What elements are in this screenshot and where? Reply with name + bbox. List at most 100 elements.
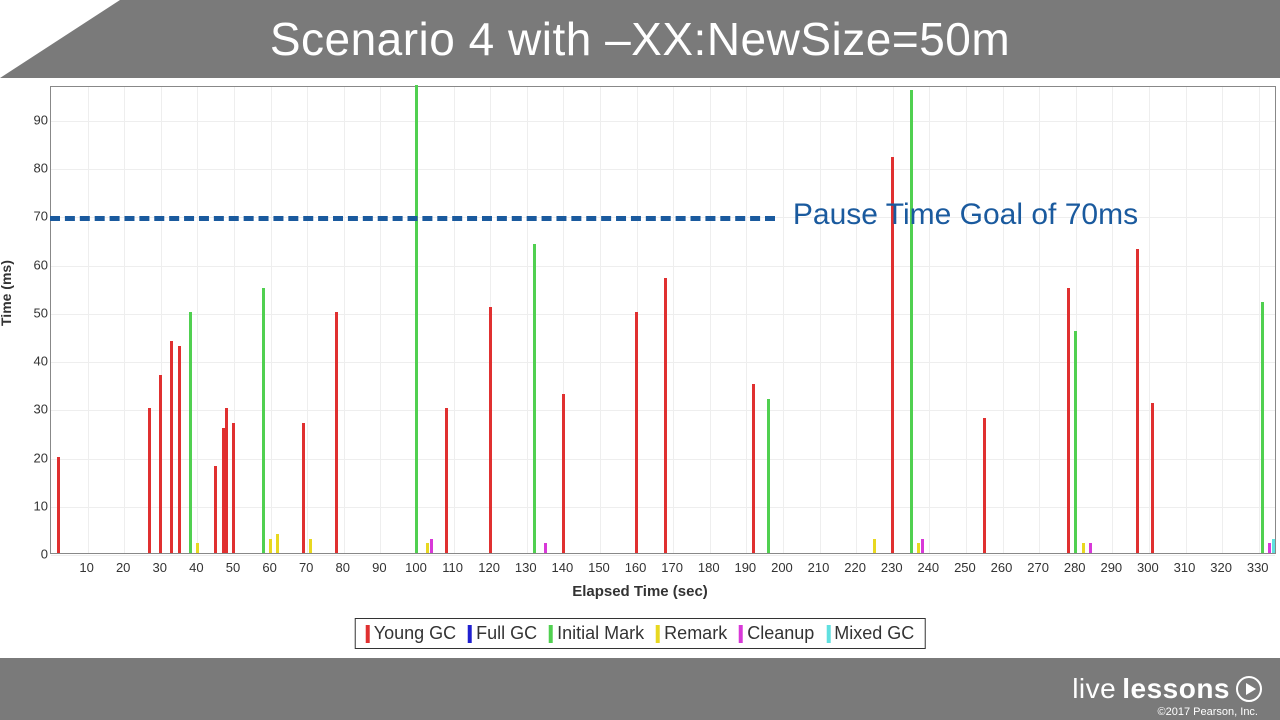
x-tick: 110 [442,560,463,575]
gc-bar [225,408,228,553]
gc-bar [262,288,265,553]
legend-item: Mixed GC [826,623,914,644]
x-tick: 230 [881,560,903,575]
x-tick: 60 [262,560,276,575]
header-corner-decoration [0,0,120,78]
legend-label: Mixed GC [834,623,914,644]
gc-bar [222,428,225,553]
gc-bar [1067,288,1070,553]
x-tick: 10 [79,560,93,575]
x-tick: 190 [734,560,756,575]
play-icon [1236,676,1262,702]
gc-bar [178,346,181,553]
y-tick: 10 [34,498,48,513]
y-tick: 0 [41,547,48,562]
y-tick: 30 [34,402,48,417]
gc-bar [562,394,565,553]
legend-label: Young GC [374,623,456,644]
x-tick: 130 [515,560,537,575]
header-bar: Scenario 4 with –XX:NewSize=50m [0,0,1280,78]
x-tick: 330 [1247,560,1269,575]
gc-bar [873,539,876,553]
x-tick: 90 [372,560,386,575]
gc-bar [309,539,312,553]
legend-item: Remark [656,623,727,644]
gc-bar [430,539,433,553]
x-axis-label: Elapsed Time (sec) [572,583,708,600]
legend-label: Initial Mark [557,623,644,644]
legend-label: Cleanup [747,623,814,644]
x-tick: 100 [405,560,427,575]
legend-label: Remark [664,623,727,644]
pause-goal-label: Pause Time Goal of 70ms [793,198,1138,232]
legend-item: Young GC [366,623,456,644]
gc-bar [415,85,418,553]
legend-swatch [656,625,660,643]
y-tick: 60 [34,257,48,272]
gc-bar [196,543,199,553]
gc-bar [767,399,770,553]
pause-goal-line [50,216,775,221]
y-tick: 70 [34,209,48,224]
x-tick: 20 [116,560,130,575]
x-tick: 220 [844,560,866,575]
y-axis-label: Time (ms) [0,260,14,326]
x-tick: 120 [478,560,500,575]
slide-title: Scenario 4 with –XX:NewSize=50m [270,12,1010,66]
x-tick: 50 [226,560,240,575]
x-tick: 150 [588,560,610,575]
x-tick: 40 [189,560,203,575]
x-tick: 70 [299,560,313,575]
gc-bar [148,408,151,553]
legend-swatch [739,625,743,643]
gc-bar [1268,543,1271,553]
x-tick: 280 [1064,560,1086,575]
chart-container: Time (ms) Elapsed Time (sec) Young GC Ful… [0,78,1280,658]
legend-item: Initial Mark [549,623,644,644]
gc-bar [1136,249,1139,553]
legend-label: Full GC [476,623,537,644]
x-tick: 270 [1027,560,1049,575]
gc-bar [276,534,279,553]
gc-bar [983,418,986,553]
gc-bar [159,375,162,554]
legend-swatch [826,625,830,643]
gc-bar [232,423,235,553]
y-tick: 50 [34,305,48,320]
y-tick: 80 [34,161,48,176]
gc-bar [489,307,492,553]
y-tick: 90 [34,112,48,127]
x-tick: 140 [551,560,573,575]
y-tick: 20 [34,450,48,465]
chart-plot [50,86,1276,554]
gc-bar [533,244,536,553]
x-tick: 210 [808,560,830,575]
gc-bar [170,341,173,553]
gc-bar [1272,539,1275,553]
gc-bar [1151,403,1154,553]
gc-bar [302,423,305,553]
x-tick: 80 [336,560,350,575]
legend-item: Full GC [468,623,537,644]
gc-bar [544,543,547,553]
x-tick: 30 [153,560,167,575]
gc-bar [635,312,638,553]
gc-bar [57,457,60,553]
gc-bar [910,90,913,553]
gc-bar [445,408,448,553]
gc-bar [664,278,667,553]
gc-bar [1089,543,1092,553]
x-tick: 290 [1100,560,1122,575]
x-tick: 260 [991,560,1013,575]
gc-bar [1261,302,1264,553]
gc-bar [426,543,429,553]
legend-item: Cleanup [739,623,814,644]
legend-swatch [549,625,553,643]
brand-prefix: live [1072,673,1116,705]
brand-suffix: lessons [1122,673,1230,705]
x-tick: 160 [625,560,647,575]
x-tick: 300 [1137,560,1159,575]
legend-swatch [366,625,370,643]
gc-bar [214,466,217,553]
gc-bar [269,539,272,553]
